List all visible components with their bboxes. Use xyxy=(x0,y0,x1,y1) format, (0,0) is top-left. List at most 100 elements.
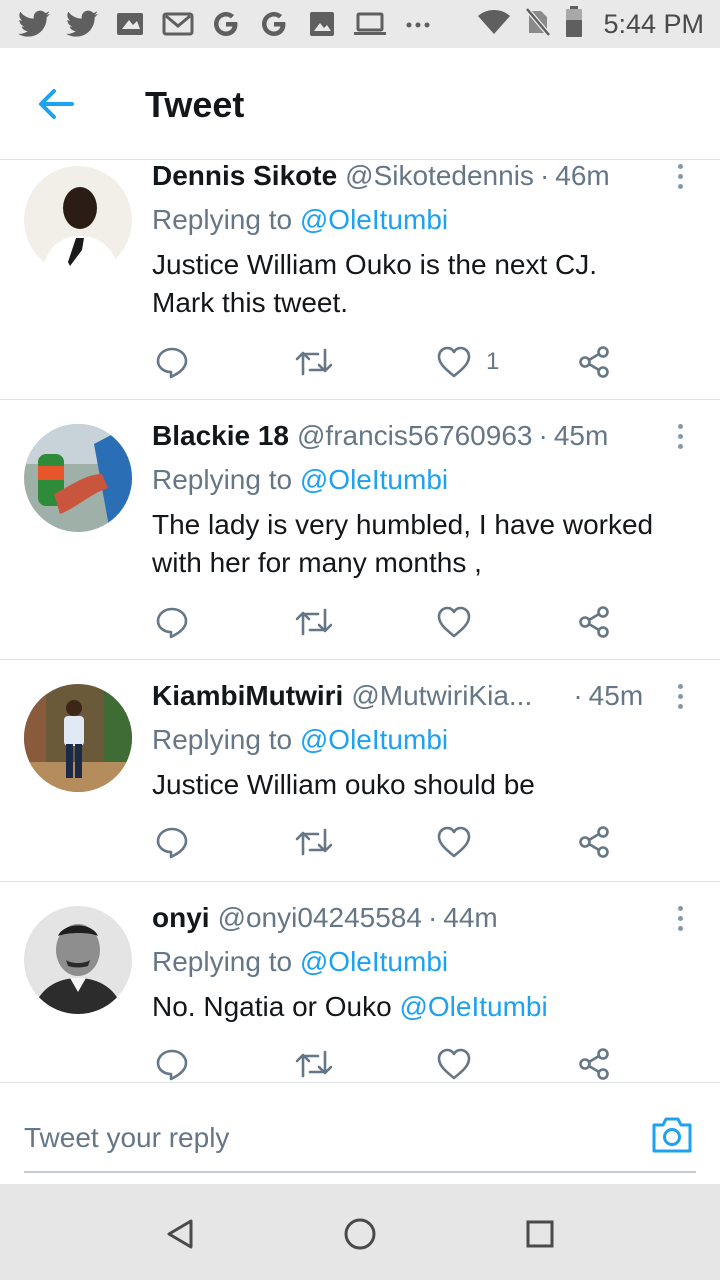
mention-link[interactable]: @OleItumbi xyxy=(300,946,448,977)
tweet-item[interactable]: Dennis Sikote @Sikotedennis · 46m Replyi… xyxy=(0,160,720,400)
separator: · xyxy=(538,420,548,451)
more-options-button[interactable] xyxy=(666,416,694,456)
more-dots-icon xyxy=(677,905,683,911)
recents-square-icon xyxy=(526,1220,554,1248)
twitter-icon xyxy=(16,7,52,41)
heart-icon xyxy=(437,606,471,638)
separator: · xyxy=(427,902,438,933)
gmail-icon xyxy=(160,7,196,41)
user-handle[interactable]: @MutwiriKia... xyxy=(351,680,561,712)
share-icon xyxy=(579,1048,609,1080)
replying-label: Replying to xyxy=(152,946,293,977)
like-button[interactable]: 1 xyxy=(436,340,499,384)
more-dots-icon xyxy=(677,423,683,429)
share-button[interactable] xyxy=(576,600,612,644)
avatar[interactable] xyxy=(24,424,132,532)
news-icon xyxy=(112,7,148,41)
share-button[interactable] xyxy=(576,1042,612,1082)
user-handle[interactable]: @onyi04245584 xyxy=(218,902,422,934)
more-dots-icon xyxy=(677,683,683,689)
laptop-icon xyxy=(352,7,388,41)
tweet-item[interactable]: onyi @onyi04245584 · 44m Replying to @Ol… xyxy=(0,882,720,1082)
user-handle[interactable]: @francis56760963 xyxy=(297,420,532,452)
home-circle-icon xyxy=(344,1218,376,1250)
tweet-text: Justice William Ouko is the next CJ. Mar… xyxy=(152,246,692,322)
camera-icon xyxy=(652,1117,692,1153)
like-button[interactable] xyxy=(436,600,486,644)
google-icon xyxy=(208,7,244,41)
reply-icon xyxy=(156,1049,188,1081)
replying-label: Replying to xyxy=(152,204,293,235)
nav-back-button[interactable] xyxy=(156,1210,204,1258)
retweet-button[interactable] xyxy=(294,1042,334,1082)
more-options-button[interactable] xyxy=(666,160,694,196)
user-name[interactable]: Blackie 18 xyxy=(152,420,289,452)
more-notifications-icon xyxy=(400,7,436,41)
tweet-item[interactable]: Blackie 18 @francis56760963 · 45m Replyi… xyxy=(0,400,720,660)
mention-link[interactable]: @OleItumbi xyxy=(300,724,448,755)
tweet-text: No. Ngatia or Ouko @OleItumbi xyxy=(152,988,692,1026)
google-icon xyxy=(256,7,292,41)
mention-link[interactable]: @OleItumbi xyxy=(300,464,448,495)
tweet-actions xyxy=(152,820,622,864)
tweet-header: onyi @onyi04245584 · 44m xyxy=(152,902,660,940)
nav-recents-button[interactable] xyxy=(516,1210,564,1258)
avatar[interactable] xyxy=(24,906,132,1014)
more-dots-icon xyxy=(677,163,683,169)
tweet-text-line: Justice William ouko should be xyxy=(152,769,535,800)
reply-button[interactable] xyxy=(154,600,190,644)
nav-home-button[interactable] xyxy=(336,1210,384,1258)
user-name[interactable]: Dennis Sikote xyxy=(152,160,337,192)
heart-icon xyxy=(437,1048,471,1080)
camera-button[interactable] xyxy=(648,1111,696,1159)
replying-to: Replying to @OleItumbi xyxy=(152,204,448,236)
battery-icon xyxy=(565,5,583,43)
like-button[interactable] xyxy=(436,1042,486,1082)
tweet-time: 44m xyxy=(443,902,498,933)
app-header: Tweet xyxy=(0,48,720,160)
tweet-list: Dennis Sikote @Sikotedennis · 46m Replyi… xyxy=(0,160,720,1082)
retweet-button[interactable] xyxy=(294,340,334,384)
mention-link[interactable]: @OleItumbi xyxy=(399,991,547,1022)
user-name[interactable]: KiambiMutwiri xyxy=(152,680,343,712)
tweet-text-line: No. Ngatia or Ouko xyxy=(152,991,400,1022)
heart-icon xyxy=(437,346,471,378)
user-name[interactable]: onyi xyxy=(152,902,210,934)
more-options-button[interactable] xyxy=(666,676,694,716)
tweet-item[interactable]: KiambiMutwiri @MutwiriKia... · 45m Reply… xyxy=(0,660,720,882)
reply-input[interactable] xyxy=(24,1111,624,1165)
avatar[interactable] xyxy=(24,166,132,274)
retweet-button[interactable] xyxy=(294,600,334,644)
tweet-actions: 1 xyxy=(152,340,622,384)
reply-button[interactable] xyxy=(154,340,190,384)
share-icon xyxy=(579,606,609,638)
arrow-left-icon xyxy=(39,89,74,119)
notification-icons xyxy=(16,6,436,42)
back-triangle-icon xyxy=(167,1219,193,1249)
reply-button[interactable] xyxy=(154,1042,190,1082)
reply-button[interactable] xyxy=(154,820,190,864)
share-button[interactable] xyxy=(576,340,612,384)
user-handle[interactable]: @Sikotedennis xyxy=(345,160,534,192)
reply-icon xyxy=(156,827,188,859)
avatar[interactable] xyxy=(24,684,132,792)
more-options-button[interactable] xyxy=(666,898,694,938)
tweet-text-line: The lady is very humbled, I have worked xyxy=(152,509,654,540)
tweet-time: 45m xyxy=(553,420,609,451)
tweet-text-line: Mark this tweet. xyxy=(152,287,349,318)
tweet-text: Justice William ouko should be xyxy=(152,766,692,804)
share-button[interactable] xyxy=(576,820,612,864)
tweet-text-line: Justice William Ouko is the next CJ. xyxy=(152,249,598,280)
tweet-text: The lady is very humbled, I have worked … xyxy=(152,506,692,582)
like-button[interactable] xyxy=(436,820,486,864)
share-icon xyxy=(579,346,609,378)
replying-label: Replying to xyxy=(152,724,293,755)
separator: · xyxy=(539,160,550,191)
back-button[interactable] xyxy=(28,78,84,130)
retweet-icon xyxy=(295,1050,333,1078)
retweet-button[interactable] xyxy=(294,820,334,864)
mention-link[interactable]: @OleItumbi xyxy=(300,204,448,235)
image-icon xyxy=(304,7,340,41)
reply-bar xyxy=(0,1082,720,1184)
replying-label: Replying to xyxy=(152,464,293,495)
